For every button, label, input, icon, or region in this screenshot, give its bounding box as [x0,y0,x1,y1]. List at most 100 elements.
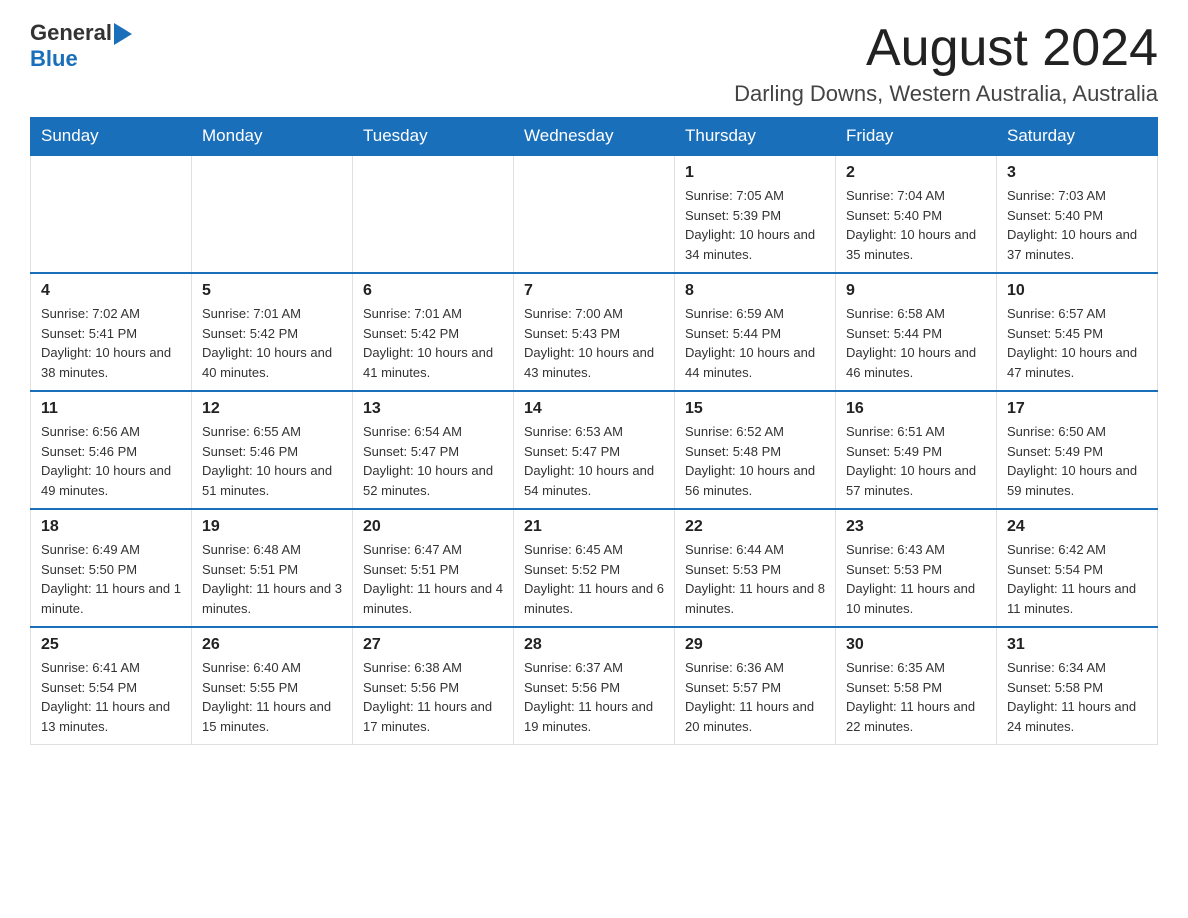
day-number: 6 [363,282,503,300]
logo-general-text: General [30,20,112,46]
calendar-day-cell: 2 Sunrise: 7:04 AM Sunset: 5:40 PM Daylig… [836,155,997,273]
day-number: 1 [685,164,825,182]
day-info: Sunrise: 6:54 AM Sunset: 5:47 PM Dayligh… [363,422,503,500]
page-header: General Blue August 2024 Darling Downs, … [30,20,1158,107]
day-info: Sunrise: 6:48 AM Sunset: 5:51 PM Dayligh… [202,540,342,618]
day-number: 12 [202,400,342,418]
calendar-header-wednesday: Wednesday [514,118,675,156]
day-number: 22 [685,518,825,536]
day-info: Sunrise: 6:57 AM Sunset: 5:45 PM Dayligh… [1007,304,1147,382]
day-number: 7 [524,282,664,300]
day-number: 19 [202,518,342,536]
title-section: August 2024 Darling Downs, Western Austr… [734,20,1158,107]
calendar-header-saturday: Saturday [997,118,1158,156]
day-number: 28 [524,636,664,654]
logo-arrow-icon [114,23,132,45]
day-info: Sunrise: 7:03 AM Sunset: 5:40 PM Dayligh… [1007,186,1147,264]
calendar-day-cell: 27 Sunrise: 6:38 AM Sunset: 5:56 PM Dayli… [353,627,514,745]
day-info: Sunrise: 7:01 AM Sunset: 5:42 PM Dayligh… [363,304,503,382]
day-number: 27 [363,636,503,654]
day-number: 18 [41,518,181,536]
day-info: Sunrise: 7:04 AM Sunset: 5:40 PM Dayligh… [846,186,986,264]
day-info: Sunrise: 6:56 AM Sunset: 5:46 PM Dayligh… [41,422,181,500]
calendar-week-row: 25 Sunrise: 6:41 AM Sunset: 5:54 PM Dayli… [31,627,1158,745]
calendar-table: SundayMondayTuesdayWednesdayThursdayFrid… [30,117,1158,745]
day-info: Sunrise: 6:38 AM Sunset: 5:56 PM Dayligh… [363,658,503,736]
calendar-day-cell [192,155,353,273]
calendar-day-cell: 11Sunrise: 6:56 AM Sunset: 5:46 PM Dayli… [31,391,192,509]
calendar-day-cell: 28 Sunrise: 6:37 AM Sunset: 5:56 PM Dayli… [514,627,675,745]
calendar-day-cell: 20Sunrise: 6:47 AM Sunset: 5:51 PM Dayli… [353,509,514,627]
day-info: Sunrise: 6:36 AM Sunset: 5:57 PM Dayligh… [685,658,825,736]
calendar-day-cell: 7Sunrise: 7:00 AM Sunset: 5:43 PM Daylig… [514,273,675,391]
day-info: Sunrise: 7:01 AM Sunset: 5:42 PM Dayligh… [202,304,342,382]
day-number: 20 [363,518,503,536]
day-info: Sunrise: 6:40 AM Sunset: 5:55 PM Dayligh… [202,658,342,736]
day-info: Sunrise: 7:05 AM Sunset: 5:39 PM Dayligh… [685,186,825,264]
calendar-week-row: 1 Sunrise: 7:05 AM Sunset: 5:39 PM Daylig… [31,155,1158,273]
calendar-day-cell: 18 Sunrise: 6:49 AM Sunset: 5:50 PM Dayli… [31,509,192,627]
day-number: 5 [202,282,342,300]
calendar-day-cell: 29 Sunrise: 6:36 AM Sunset: 5:57 PM Dayli… [675,627,836,745]
day-info: Sunrise: 6:51 AM Sunset: 5:49 PM Dayligh… [846,422,986,500]
day-number: 26 [202,636,342,654]
day-number: 9 [846,282,986,300]
day-number: 3 [1007,164,1147,182]
day-number: 8 [685,282,825,300]
calendar-header-sunday: Sunday [31,118,192,156]
calendar-day-cell: 17 Sunrise: 6:50 AM Sunset: 5:49 PM Dayli… [997,391,1158,509]
calendar-day-cell: 31Sunrise: 6:34 AM Sunset: 5:58 PM Dayli… [997,627,1158,745]
calendar-day-cell: 23 Sunrise: 6:43 AM Sunset: 5:53 PM Dayli… [836,509,997,627]
day-info: Sunrise: 6:53 AM Sunset: 5:47 PM Dayligh… [524,422,664,500]
logo-blue-text: Blue [30,46,78,71]
day-info: Sunrise: 6:49 AM Sunset: 5:50 PM Dayligh… [41,540,181,618]
calendar-day-cell: 14 Sunrise: 6:53 AM Sunset: 5:47 PM Dayli… [514,391,675,509]
day-number: 25 [41,636,181,654]
calendar-day-cell: 13 Sunrise: 6:54 AM Sunset: 5:47 PM Dayli… [353,391,514,509]
day-number: 10 [1007,282,1147,300]
day-info: Sunrise: 6:35 AM Sunset: 5:58 PM Dayligh… [846,658,986,736]
day-number: 13 [363,400,503,418]
day-info: Sunrise: 6:45 AM Sunset: 5:52 PM Dayligh… [524,540,664,618]
day-number: 30 [846,636,986,654]
day-info: Sunrise: 6:55 AM Sunset: 5:46 PM Dayligh… [202,422,342,500]
day-number: 16 [846,400,986,418]
day-number: 4 [41,282,181,300]
calendar-day-cell [353,155,514,273]
calendar-day-cell: 22 Sunrise: 6:44 AM Sunset: 5:53 PM Dayli… [675,509,836,627]
day-info: Sunrise: 6:43 AM Sunset: 5:53 PM Dayligh… [846,540,986,618]
calendar-day-cell: 4 Sunrise: 7:02 AM Sunset: 5:41 PM Daylig… [31,273,192,391]
day-number: 24 [1007,518,1147,536]
calendar-header-monday: Monday [192,118,353,156]
day-number: 31 [1007,636,1147,654]
day-number: 2 [846,164,986,182]
day-info: Sunrise: 6:41 AM Sunset: 5:54 PM Dayligh… [41,658,181,736]
day-info: Sunrise: 6:59 AM Sunset: 5:44 PM Dayligh… [685,304,825,382]
calendar-week-row: 4 Sunrise: 7:02 AM Sunset: 5:41 PM Daylig… [31,273,1158,391]
month-title: August 2024 [734,20,1158,77]
day-info: Sunrise: 6:37 AM Sunset: 5:56 PM Dayligh… [524,658,664,736]
day-number: 17 [1007,400,1147,418]
calendar-day-cell: 12 Sunrise: 6:55 AM Sunset: 5:46 PM Dayli… [192,391,353,509]
calendar-header-friday: Friday [836,118,997,156]
calendar-day-cell: 9 Sunrise: 6:58 AM Sunset: 5:44 PM Daylig… [836,273,997,391]
day-number: 29 [685,636,825,654]
day-number: 23 [846,518,986,536]
day-number: 15 [685,400,825,418]
calendar-day-cell: 10 Sunrise: 6:57 AM Sunset: 5:45 PM Dayli… [997,273,1158,391]
calendar-day-cell: 3 Sunrise: 7:03 AM Sunset: 5:40 PM Daylig… [997,155,1158,273]
day-info: Sunrise: 6:58 AM Sunset: 5:44 PM Dayligh… [846,304,986,382]
calendar-day-cell: 1 Sunrise: 7:05 AM Sunset: 5:39 PM Daylig… [675,155,836,273]
day-info: Sunrise: 6:44 AM Sunset: 5:53 PM Dayligh… [685,540,825,618]
calendar-day-cell [514,155,675,273]
calendar-day-cell: 15Sunrise: 6:52 AM Sunset: 5:48 PM Dayli… [675,391,836,509]
day-number: 14 [524,400,664,418]
day-info: Sunrise: 7:02 AM Sunset: 5:41 PM Dayligh… [41,304,181,382]
calendar-day-cell: 16 Sunrise: 6:51 AM Sunset: 5:49 PM Dayli… [836,391,997,509]
logo: General Blue [30,20,132,72]
calendar-header-thursday: Thursday [675,118,836,156]
calendar-day-cell: 6 Sunrise: 7:01 AM Sunset: 5:42 PM Daylig… [353,273,514,391]
day-info: Sunrise: 6:50 AM Sunset: 5:49 PM Dayligh… [1007,422,1147,500]
calendar-header-row: SundayMondayTuesdayWednesdayThursdayFrid… [31,118,1158,156]
calendar-day-cell: 8 Sunrise: 6:59 AM Sunset: 5:44 PM Daylig… [675,273,836,391]
